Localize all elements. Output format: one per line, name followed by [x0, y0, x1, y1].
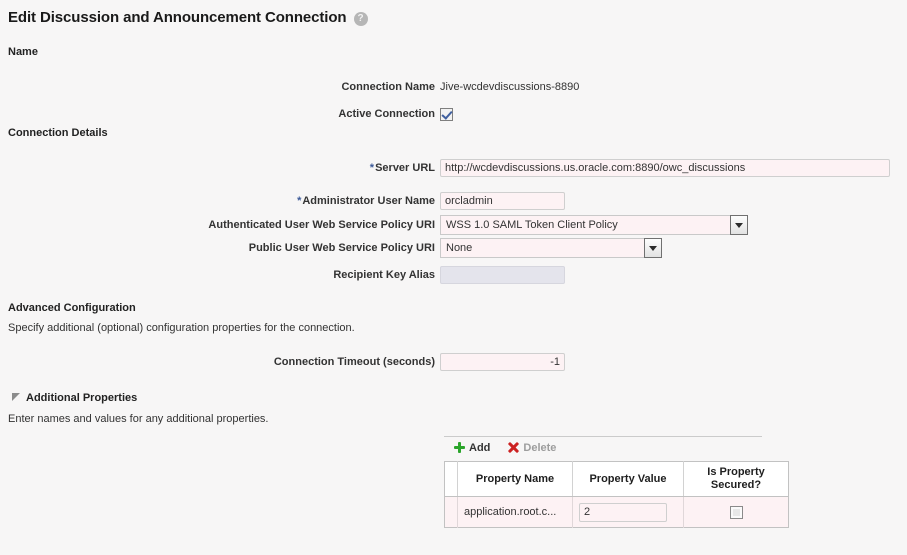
add-property-button[interactable]: Add [454, 442, 490, 454]
form-row-public-policy: Public User Web Service Policy URI None [0, 237, 662, 259]
section-header-advanced-configuration: Advanced Configuration [0, 302, 136, 314]
add-button-label: Add [469, 442, 490, 454]
connection-timeout-input[interactable] [440, 353, 565, 371]
form-row-connection-name: Connection Name Jive-wcdevdiscussions-88… [0, 76, 579, 98]
triangle-expanded-icon[interactable] [12, 393, 20, 401]
row-select-header [445, 462, 458, 497]
recipient-key-alias-input [440, 266, 565, 284]
column-header-is-property-secured[interactable]: Is Property Secured? [684, 462, 789, 497]
authenticated-policy-value: WSS 1.0 SAML Token Client Policy [440, 215, 730, 235]
form-row-active-connection: Active Connection [0, 103, 453, 125]
additional-properties-disclosure[interactable]: Additional Properties [0, 392, 137, 404]
public-policy-value: None [440, 238, 644, 258]
form-row-connection-timeout: Connection Timeout (seconds) [0, 351, 565, 373]
public-policy-label: Public User Web Service Policy URI [0, 242, 440, 254]
cell-property-value [573, 497, 684, 528]
cell-property-name[interactable]: application.root.c... [458, 497, 573, 528]
chevron-down-icon[interactable] [730, 215, 748, 235]
column-header-property-value[interactable]: Property Value [573, 462, 684, 497]
public-policy-select[interactable]: None [440, 238, 662, 258]
table-header-row: Property Name Property Value Is Property… [445, 462, 789, 497]
table-row[interactable]: application.root.c... [445, 497, 789, 528]
authenticated-policy-select[interactable]: WSS 1.0 SAML Token Client Policy [440, 215, 748, 235]
help-circle-icon[interactable]: ? [354, 12, 368, 26]
properties-toolbar: Add Delete [444, 436, 762, 456]
delete-property-button[interactable]: Delete [508, 442, 556, 454]
section-header-name: Name [0, 46, 38, 58]
form-row-admin-user: *Administrator User Name [0, 190, 565, 212]
page-title: Edit Discussion and Announcement Connect… [8, 9, 347, 26]
additional-properties-note: Enter names and values for any additiona… [0, 413, 269, 425]
advanced-configuration-note: Specify additional (optional) configurat… [0, 322, 355, 334]
administrator-user-name-input[interactable] [440, 192, 565, 210]
plus-icon [454, 442, 465, 453]
form-row-recipient-key: Recipient Key Alias [0, 264, 565, 286]
server-url-input[interactable] [440, 159, 890, 177]
additional-properties-panel: Add Delete Property Name Property Value … [444, 436, 789, 528]
active-connection-checkbox[interactable] [440, 108, 453, 121]
x-icon [508, 442, 519, 453]
form-row-server-url: *Server URL [0, 157, 890, 179]
connection-name-value: Jive-wcdevdiscussions-8890 [440, 81, 579, 93]
property-value-input[interactable] [579, 503, 667, 522]
row-select-cell[interactable] [445, 497, 458, 528]
additional-properties-header: Additional Properties [26, 392, 137, 404]
chevron-down-icon[interactable] [644, 238, 662, 258]
required-indicator: * [297, 195, 301, 207]
is-property-secured-checkbox[interactable] [730, 506, 743, 519]
authenticated-policy-label: Authenticated User Web Service Policy UR… [0, 219, 440, 231]
required-indicator: * [370, 162, 374, 174]
administrator-user-name-label: *Administrator User Name [0, 195, 440, 207]
column-header-property-name[interactable]: Property Name [458, 462, 573, 497]
connection-timeout-label: Connection Timeout (seconds) [0, 356, 440, 368]
recipient-key-alias-label: Recipient Key Alias [0, 269, 440, 281]
server-url-label: *Server URL [0, 162, 440, 174]
connection-name-label: Connection Name [0, 81, 440, 93]
page-header: Edit Discussion and Announcement Connect… [0, 0, 907, 26]
active-connection-label: Active Connection [0, 108, 440, 120]
section-header-connection-details: Connection Details [0, 127, 108, 139]
additional-properties-table: Property Name Property Value Is Property… [444, 461, 789, 528]
cell-is-property-secured [684, 497, 789, 528]
form-row-auth-policy: Authenticated User Web Service Policy UR… [0, 214, 748, 236]
delete-button-label: Delete [523, 442, 556, 454]
